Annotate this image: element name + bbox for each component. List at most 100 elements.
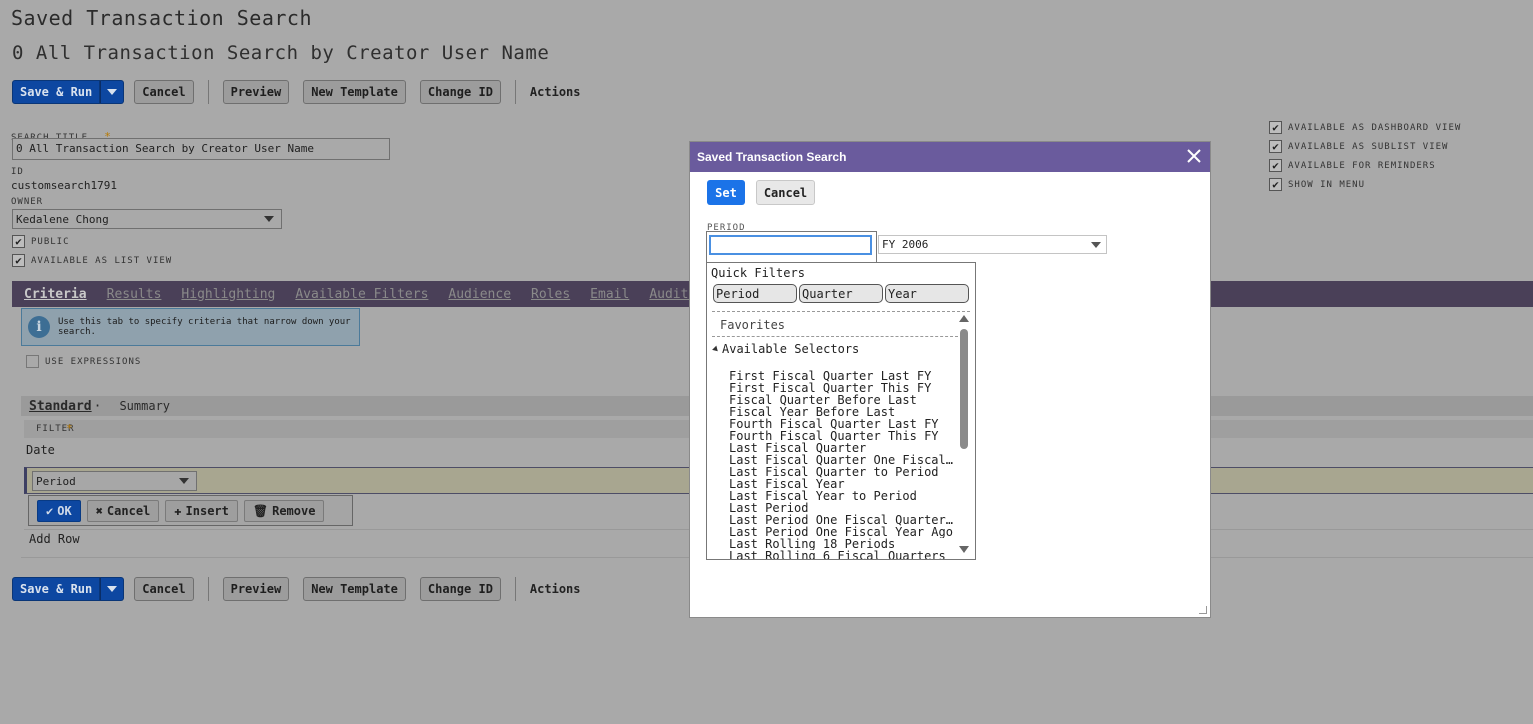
- remove-button[interactable]: 🗑 Remove: [243, 499, 325, 522]
- list-item[interactable]: Fourth Fiscal Quarter Last FY: [729, 418, 955, 430]
- change-id-button[interactable]: Change ID: [419, 79, 501, 104]
- fiscal-year-value: FY 2006: [882, 238, 929, 251]
- fiscal-year-select[interactable]: FY 2006: [878, 235, 1107, 254]
- sublist-view-checkbox[interactable]: ✔: [1269, 140, 1282, 153]
- dashboard-view-checkbox[interactable]: ✔: [1269, 121, 1282, 134]
- info-box: i Use this tab to specify criteria that …: [21, 308, 360, 346]
- trash-icon: 🗑: [252, 503, 269, 518]
- list-item[interactable]: Last Period: [729, 502, 955, 514]
- chevron-down-icon: [107, 585, 118, 592]
- quick-filter-year[interactable]: Year: [885, 284, 969, 303]
- list-item[interactable]: Last Rolling 6 Fiscal Quarters: [729, 550, 955, 559]
- list-item[interactable]: Last Fiscal Quarter: [729, 442, 955, 454]
- cancel-button-bottom[interactable]: Cancel: [134, 576, 194, 601]
- filter-value: Date: [26, 443, 55, 457]
- preview-button[interactable]: Preview: [222, 79, 290, 104]
- available-selectors-label: Available Selectors: [722, 342, 860, 356]
- set-button[interactable]: Set: [707, 180, 745, 205]
- save-run-menu-button-bottom[interactable]: [100, 576, 125, 601]
- dashboard-view-row: ✔ AVAILABLE AS DASHBOARD VIEW: [1269, 121, 1461, 134]
- tab-criteria[interactable]: Criteria: [24, 287, 87, 302]
- list-item[interactable]: Last Fiscal Year: [729, 478, 955, 490]
- dialog-cancel-button[interactable]: Cancel: [756, 180, 815, 205]
- period-filter-value: Period: [36, 474, 76, 488]
- period-input[interactable]: [709, 235, 872, 255]
- list-item[interactable]: First Fiscal Quarter Last FY: [729, 370, 955, 382]
- owner-label: OWNER: [11, 197, 44, 207]
- subtab-summary[interactable]: Summary: [119, 399, 170, 413]
- save-run-button-bottom[interactable]: Save & Run: [12, 576, 101, 601]
- sublist-view-label: AVAILABLE AS SUBLIST VIEW: [1288, 141, 1449, 152]
- right-checkbox-group: ✔ AVAILABLE AS DASHBOARD VIEW ✔ AVAILABL…: [1269, 121, 1461, 191]
- separator: [514, 79, 516, 104]
- bottom-toolbar: Save & Run Cancel Preview New Template C…: [12, 576, 581, 601]
- quick-filter-quarter[interactable]: Quarter: [799, 284, 883, 303]
- cancel-button[interactable]: Cancel: [134, 79, 194, 104]
- list-view-checkbox-row: ✔ AVAILABLE AS LIST VIEW: [12, 254, 172, 267]
- tab-available-filters[interactable]: Available Filters: [295, 287, 428, 302]
- tab-highlighting[interactable]: Highlighting: [181, 287, 275, 302]
- scroll-down-icon[interactable]: [959, 546, 969, 553]
- change-id-button-bottom[interactable]: Change ID: [419, 576, 501, 601]
- actions-menu[interactable]: Actions: [530, 85, 581, 99]
- preview-button-bottom[interactable]: Preview: [222, 576, 290, 601]
- period-input-wrap: [706, 231, 877, 263]
- add-row-link[interactable]: Add Row: [29, 532, 80, 546]
- tab-roles[interactable]: Roles: [531, 287, 570, 302]
- favorites-group[interactable]: Favorites: [720, 318, 785, 332]
- chevron-down-icon: [179, 478, 189, 484]
- actions-menu-bottom[interactable]: Actions: [530, 582, 581, 596]
- chevron-down-icon: [107, 88, 118, 95]
- list-item[interactable]: Last Fiscal Year to Period: [729, 490, 955, 502]
- dropdown-scrollbar[interactable]: [959, 315, 969, 553]
- save-run-split-bottom: Save & Run: [12, 576, 125, 601]
- use-expressions-checkbox[interactable]: [26, 355, 39, 368]
- list-view-checkbox[interactable]: ✔: [12, 254, 25, 267]
- quick-filter-period[interactable]: Period: [713, 284, 797, 303]
- close-icon[interactable]: [1186, 148, 1202, 164]
- list-item[interactable]: Last Fiscal Quarter to Period: [729, 466, 955, 478]
- info-text: Use this tab to specify criteria that na…: [58, 317, 351, 337]
- row-cancel-button[interactable]: ✖ Cancel: [86, 499, 160, 522]
- quick-filters-label: Quick Filters: [711, 266, 805, 280]
- list-item[interactable]: Last Rolling 18 Periods: [729, 538, 955, 550]
- chevron-down-icon: [264, 216, 274, 222]
- available-selectors-group[interactable]: Available Selectors: [712, 342, 860, 356]
- search-title-input[interactable]: 0 All Transaction Search by Creator User…: [12, 138, 390, 160]
- show-in-menu-checkbox[interactable]: ✔: [1269, 178, 1282, 191]
- selector-options-list: First Fiscal Quarter Last FY First Fisca…: [729, 370, 955, 559]
- list-item[interactable]: Last Period One Fiscal Year Ago: [729, 526, 955, 538]
- insert-button[interactable]: ✚ Insert: [165, 499, 238, 522]
- resize-grip-icon[interactable]: [1199, 606, 1207, 614]
- ok-button[interactable]: ✔ OK: [37, 499, 81, 522]
- period-dropdown: Quick Filters Period Quarter Year Favori…: [706, 262, 976, 560]
- save-run-button[interactable]: Save & Run: [12, 79, 101, 104]
- reminders-checkbox[interactable]: ✔: [1269, 159, 1282, 172]
- list-item[interactable]: Fiscal Quarter Before Last: [729, 394, 955, 406]
- period-filter-select[interactable]: Period: [32, 471, 197, 491]
- id-label: ID: [11, 167, 24, 177]
- public-checkbox[interactable]: ✔: [12, 235, 25, 248]
- subtab-standard[interactable]: Standard: [29, 399, 92, 414]
- tab-audience[interactable]: Audience: [448, 287, 511, 302]
- dialog-header: Saved Transaction Search: [690, 142, 1210, 172]
- tab-results[interactable]: Results: [107, 287, 162, 302]
- plus-icon: ✚: [174, 503, 182, 518]
- list-view-label: AVAILABLE AS LIST VIEW: [31, 255, 173, 266]
- scroll-up-icon[interactable]: [959, 315, 969, 322]
- scroll-thumb[interactable]: [960, 329, 968, 449]
- new-template-button-bottom[interactable]: New Template: [303, 576, 406, 601]
- save-run-menu-button[interactable]: [100, 79, 125, 104]
- list-item[interactable]: Fourth Fiscal Quarter This FY: [729, 430, 955, 442]
- tab-email[interactable]: Email: [590, 287, 629, 302]
- list-item[interactable]: Last Period One Fiscal Quarter Ago: [729, 514, 955, 526]
- list-item[interactable]: First Fiscal Quarter This FY: [729, 382, 955, 394]
- owner-select[interactable]: Kedalene Chong: [12, 209, 282, 229]
- list-item[interactable]: Last Fiscal Quarter One Fiscal Year Ago: [729, 454, 955, 466]
- list-item[interactable]: Fiscal Year Before Last: [729, 406, 955, 418]
- quick-filter-buttons: Period Quarter Year: [713, 284, 969, 303]
- public-checkbox-row: ✔ PUBLIC: [12, 235, 70, 248]
- separator: [514, 576, 516, 601]
- new-template-button[interactable]: New Template: [303, 79, 406, 104]
- show-in-menu-row: ✔ SHOW IN MENU: [1269, 178, 1461, 191]
